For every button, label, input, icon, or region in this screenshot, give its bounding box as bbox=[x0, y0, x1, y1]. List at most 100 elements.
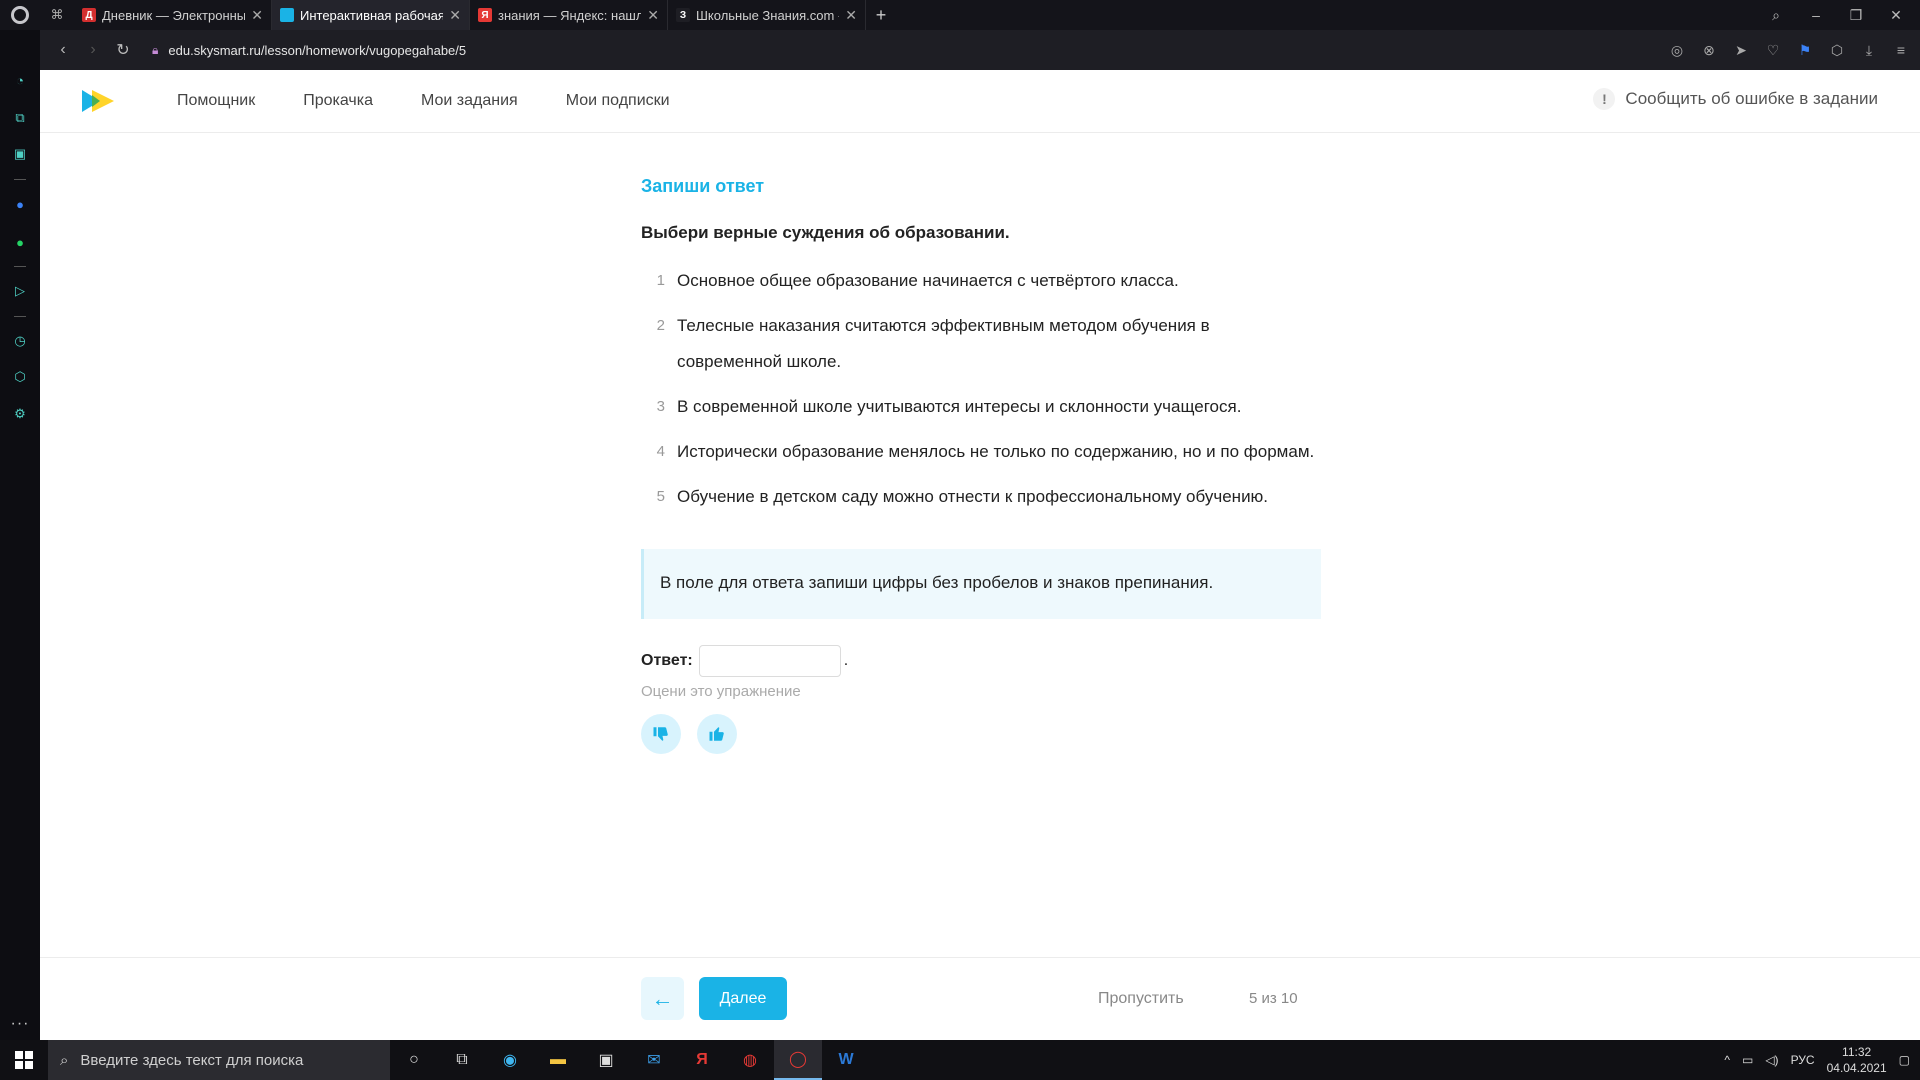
task-view-icon[interactable]: ⧉ bbox=[438, 1040, 486, 1080]
thumbs-down-icon bbox=[653, 727, 668, 741]
site-header: Помощник Прокачка Мои задания Мои подпис… bbox=[40, 70, 1920, 133]
tab-favicon-icon: Д bbox=[82, 8, 96, 22]
menu-item-my-tasks[interactable]: Мои задания bbox=[421, 92, 518, 110]
next-button[interactable]: Далее bbox=[699, 977, 787, 1020]
clock-time: 11:32 bbox=[1842, 1045, 1872, 1059]
mail-icon[interactable]: ✉ bbox=[630, 1040, 678, 1080]
arrow-left-icon: ← bbox=[651, 985, 674, 1011]
reload-icon[interactable]: ↻ bbox=[108, 40, 138, 60]
item-number: 3 bbox=[656, 398, 665, 415]
notifications-icon[interactable]: ▢ bbox=[1899, 1053, 1910, 1067]
task-question: Выбери верные суждения об образовании. bbox=[641, 223, 1010, 242]
main-menu: Помощник Прокачка Мои задания Мои подпис… bbox=[177, 92, 670, 110]
tab-favicon-icon bbox=[280, 8, 294, 22]
new-tab-button[interactable]: + bbox=[866, 5, 896, 26]
tab-search-icon[interactable]: ⌕ bbox=[1758, 7, 1794, 24]
task-progress: 5 из 10 bbox=[1249, 990, 1298, 1007]
report-error-label: Сообщить об ошибке в задании bbox=[1625, 89, 1878, 108]
opera-menu-icon[interactable] bbox=[0, 0, 40, 30]
tab-close-icon[interactable]: ✕ bbox=[647, 7, 659, 24]
menu-item-subscriptions[interactable]: Мои подписки bbox=[566, 92, 670, 110]
url-field[interactable]: edu.skysmart.ru/lesson/homework/vugopega… bbox=[168, 43, 466, 58]
list-item: 2 Телесные наказания считаются эффективн… bbox=[641, 308, 1321, 380]
sidebar-divider bbox=[14, 316, 26, 317]
search-icon: ⌕ bbox=[60, 1051, 69, 1069]
snapshot-icon[interactable]: ◎ bbox=[1666, 42, 1688, 59]
minimize-icon[interactable]: – bbox=[1798, 7, 1834, 24]
taskbar-search[interactable]: ⌕ Введите здесь текст для поиска bbox=[48, 1040, 390, 1080]
yandex-browser-icon[interactable]: ◍ bbox=[726, 1040, 774, 1080]
easy-setup-icon[interactable]: ≡ bbox=[1890, 42, 1912, 59]
clock-date: 04.04.2021 bbox=[1826, 1061, 1887, 1075]
list-item: 4 Исторически образование менялось не то… bbox=[641, 434, 1321, 470]
history-icon[interactable]: ◷ bbox=[10, 331, 30, 351]
twitch-icon[interactable]: ▣ bbox=[10, 144, 30, 164]
thumbs-up-button[interactable] bbox=[697, 714, 737, 754]
restore-icon[interactable]: ❐ bbox=[1838, 7, 1874, 24]
tray-chevron-icon[interactable]: ^ bbox=[1724, 1053, 1730, 1067]
skysmart-logo-icon[interactable] bbox=[82, 90, 114, 112]
flag-icon[interactable]: ⚑ bbox=[1794, 42, 1816, 59]
list-item: 3 В современной школе учитываются интере… bbox=[641, 389, 1321, 425]
opera-icon[interactable]: ◯ bbox=[774, 1040, 822, 1080]
answer-suffix: . bbox=[843, 652, 849, 669]
speed-dial-icon[interactable]: ◔ bbox=[10, 70, 30, 90]
cortana-icon[interactable]: ○ bbox=[390, 1040, 438, 1080]
skip-button[interactable]: Пропустить bbox=[1098, 990, 1184, 1008]
tab-close-icon[interactable]: ✕ bbox=[251, 7, 263, 24]
browser-tab-3[interactable]: Я знания — Яндекс: нашлос ✕ bbox=[470, 0, 668, 30]
tab-title: Интерактивная рабочая т bbox=[300, 7, 444, 23]
language-indicator[interactable]: РУС bbox=[1791, 1053, 1815, 1067]
tab-favicon-icon: З bbox=[676, 8, 690, 22]
back-nav-icon[interactable]: ‹ bbox=[48, 41, 78, 59]
extensions-cube-icon[interactable]: ⬡ bbox=[1826, 42, 1848, 59]
statement-list: 1 Основное общее образование начинается … bbox=[641, 263, 1321, 515]
workspaces-icon[interactable]: ⌘ bbox=[40, 7, 74, 23]
player-icon[interactable]: ▷ bbox=[10, 281, 30, 301]
window-controls: ⌕ – ❐ ✕ bbox=[1758, 7, 1920, 24]
previous-task-button[interactable]: ← bbox=[641, 977, 684, 1020]
word-icon[interactable]: W bbox=[822, 1040, 870, 1080]
item-number: 4 bbox=[656, 443, 665, 460]
edge-icon[interactable]: ◉ bbox=[486, 1040, 534, 1080]
sidebar-more-icon[interactable]: ··· bbox=[9, 1015, 31, 1033]
thumbs-down-button[interactable] bbox=[641, 714, 681, 754]
lock-icon[interactable]: 🔒︎ bbox=[152, 43, 158, 58]
messenger-icon[interactable]: ● bbox=[10, 194, 30, 214]
item-text: Исторически образование менялось не толь… bbox=[677, 442, 1315, 461]
settings-gear-icon[interactable]: ⚙ bbox=[10, 404, 30, 424]
downloads-icon[interactable]: ⤓ bbox=[1858, 42, 1880, 59]
yandex-icon[interactable]: Я bbox=[678, 1040, 726, 1080]
answer-input[interactable] bbox=[698, 645, 841, 677]
volume-icon[interactable]: ◁) bbox=[1765, 1053, 1778, 1067]
browser-tab-4[interactable]: З Школьные Знания.com - : ✕ bbox=[668, 0, 866, 30]
adblock-icon[interactable]: ⊗ bbox=[1698, 42, 1720, 59]
bookmark-heart-icon[interactable]: ♡ bbox=[1762, 42, 1784, 59]
start-button[interactable] bbox=[0, 1040, 48, 1080]
extensions-icon[interactable]: ⬡ bbox=[10, 367, 30, 387]
browser-tab-2[interactable]: Интерактивная рабочая т ✕ bbox=[272, 0, 470, 30]
task-type-title: Запиши ответ bbox=[641, 176, 765, 196]
file-explorer-icon[interactable]: ▬ bbox=[534, 1040, 582, 1080]
report-error-link[interactable]: ! Сообщить об ошибке в задании bbox=[1593, 88, 1878, 110]
store-icon[interactable]: ▣ bbox=[582, 1040, 630, 1080]
item-number: 1 bbox=[656, 272, 665, 289]
sidebar-divider bbox=[14, 179, 26, 180]
tab-close-icon[interactable]: ✕ bbox=[845, 7, 857, 24]
opera-sidebar: ◔ ⧉ ▣ ● ● ▷ ◷ ⬡ ⚙ ··· bbox=[0, 30, 40, 1040]
browser-tab-strip: ⌘ Д Дневник — Электронный ✕ Интерактивна… bbox=[0, 0, 1920, 30]
send-icon[interactable]: ➤ bbox=[1730, 42, 1752, 59]
menu-item-training[interactable]: Прокачка bbox=[303, 92, 373, 110]
tab-close-icon[interactable]: ✕ bbox=[449, 7, 461, 24]
item-text: В современной школе учитываются интересы… bbox=[677, 397, 1242, 416]
taskbar-search-placeholder: Введите здесь текст для поиска bbox=[80, 1051, 304, 1069]
my-flow-icon[interactable]: ⧉ bbox=[10, 108, 30, 128]
clock[interactable]: 11:32 04.04.2021 bbox=[1827, 1044, 1887, 1076]
whatsapp-icon[interactable]: ● bbox=[10, 232, 30, 252]
list-item: 1 Основное общее образование начинается … bbox=[641, 263, 1321, 299]
forward-nav-icon[interactable]: › bbox=[78, 41, 108, 59]
close-window-icon[interactable]: ✕ bbox=[1878, 7, 1914, 24]
browser-tab-1[interactable]: Д Дневник — Электронный ✕ bbox=[74, 0, 272, 30]
network-icon[interactable]: ▭ bbox=[1742, 1053, 1753, 1067]
menu-item-helper[interactable]: Помощник bbox=[177, 92, 255, 110]
